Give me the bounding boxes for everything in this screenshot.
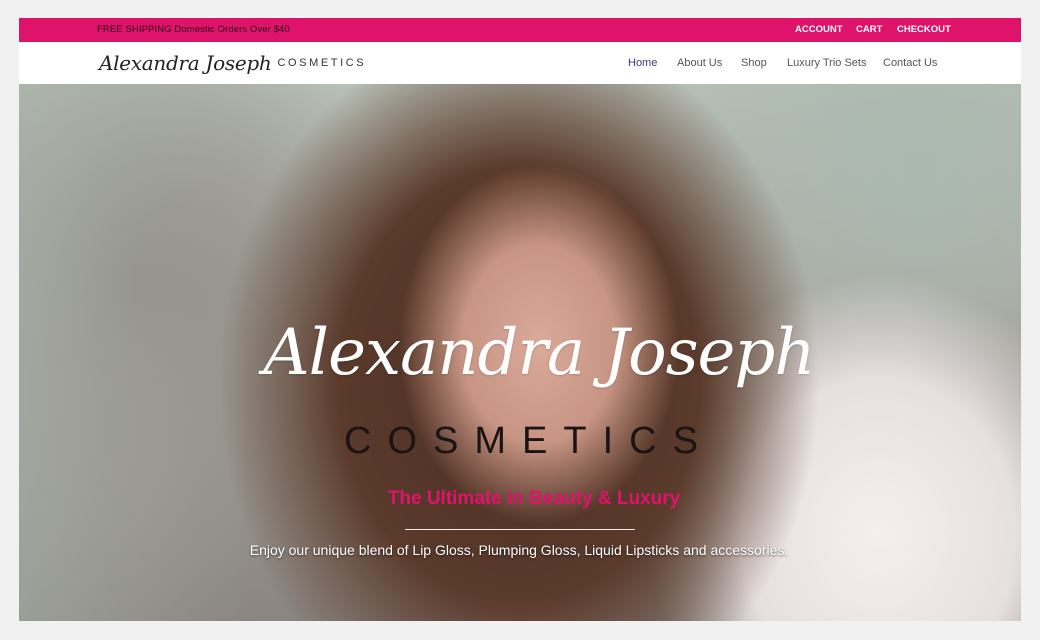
promo-bar: FREE SHIPPING Domestic Orders Over $40 A… [19,18,1021,42]
nav-home[interactable]: Home [628,57,657,69]
free-shipping-text: FREE SHIPPING Domestic Orders Over $40 [97,24,290,35]
page-frame: FREE SHIPPING Domestic Orders Over $40 A… [19,18,1021,621]
nav-contact-us[interactable]: Contact Us [883,57,937,69]
hero-brand-script: Alexandra Joseph [263,316,815,390]
nav-about-us[interactable]: About Us [677,57,722,69]
hero-brand-caps: COSMETICS [344,420,714,462]
checkout-link[interactable]: CHECKOUT [897,24,951,35]
brand-logo[interactable]: Alexandra Joseph COSMETICS [99,46,389,80]
logo-caps-text: COSMETICS [277,57,367,69]
main-navbar: Alexandra Joseph COSMETICS Home About Us… [19,42,1021,85]
nav-shop[interactable]: Shop [741,57,767,69]
hero-subtitle: Enjoy our unique blend of Lip Gloss, Plu… [249,542,789,558]
nav-luxury-trio-sets[interactable]: Luxury Trio Sets [787,57,866,69]
hero-banner: Alexandra Joseph COSMETICS The Ultimate … [19,84,1021,621]
hero-divider [405,529,635,530]
hero-background-image [19,84,249,621]
cart-link[interactable]: CART [856,24,882,35]
logo-script-text: Alexandra Joseph [99,51,272,75]
account-link[interactable]: ACCOUNT [795,24,843,35]
hero-tagline: The Ultimate in Beauty & Luxury [387,488,681,509]
